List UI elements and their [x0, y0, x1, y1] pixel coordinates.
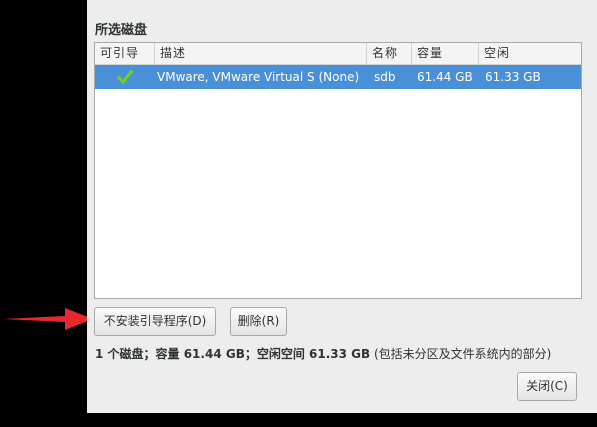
delete-button[interactable]: 删除(R) [230, 307, 287, 336]
bootable-cell [95, 65, 155, 89]
description-cell: VMware, VMware Virtual S (None) [157, 70, 360, 84]
summary-note-text: (包括未分区及文件系统内的部分) [370, 347, 552, 361]
no-bootloader-button[interactable]: 不安装引导程序(D) [94, 307, 216, 336]
disk-table: 可引导 描述 名称 容量 空闲 VMware, VMware Virtual S… [94, 42, 582, 299]
screen: 所选磁盘 可引导 描述 名称 容量 空闲 VMware, VMware Virt… [0, 0, 597, 427]
column-header-capacity[interactable]: 容量 [412, 43, 479, 65]
summary-bold-text: 1 个磁盘；容量 61.44 GB；空闲空间 61.33 GB [95, 347, 371, 361]
column-header-bootable[interactable]: 可引导 [95, 43, 155, 65]
red-arrow-icon [3, 308, 93, 330]
selected-disks-dialog: 所选磁盘 可引导 描述 名称 容量 空闲 VMware, VMware Virt… [87, 0, 597, 413]
close-button[interactable]: 关闭(C) [517, 372, 577, 401]
free-cell: 61.33 GB [485, 70, 541, 84]
column-header-name[interactable]: 名称 [367, 43, 412, 65]
column-header-free[interactable]: 空闲 [479, 43, 581, 65]
table-header: 可引导 描述 名称 容量 空闲 [95, 43, 581, 65]
table-row[interactable]: VMware, VMware Virtual S (None) sdb 61.4… [95, 65, 581, 89]
name-cell: sdb [374, 70, 396, 84]
checkmark-icon [117, 69, 133, 83]
capacity-cell: 61.44 GB [417, 70, 473, 84]
disk-summary: 1 个磁盘；容量 61.44 GB；空闲空间 61.33 GB (包括未分区及文… [95, 345, 551, 362]
column-header-description[interactable]: 描述 [155, 43, 367, 65]
section-title: 所选磁盘 [95, 23, 148, 38]
